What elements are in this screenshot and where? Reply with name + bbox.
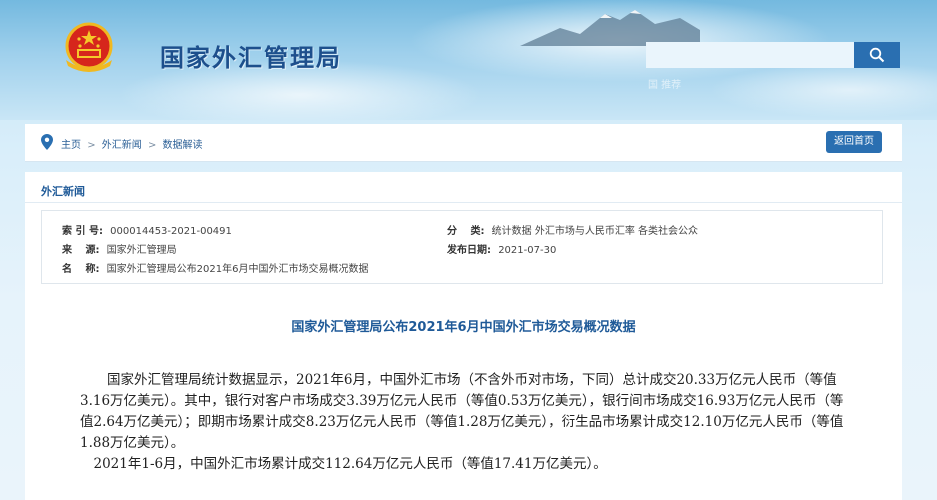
article-paragraph: 国家外汇管理局统计数据显示，2021年6月，中国外汇市场（不含外币对市场，下同）…	[80, 372, 844, 451]
breadcrumb-separator: >	[147, 140, 157, 151]
meta-name-value: 国家外汇管理局公布2021年6月中国外汇市场交易概况数据	[106, 264, 369, 275]
section-divider	[25, 202, 902, 203]
meta-index-label: 索 引 号:	[62, 226, 103, 237]
article-paragraph: 2021年1-6月，中国外汇市场累计成交112.64万亿元人民币（等值17.41…	[93, 456, 607, 472]
breadcrumb-forex-news[interactable]: 外汇新闻	[102, 140, 142, 151]
breadcrumb-separator: >	[87, 140, 96, 151]
breadcrumb-bar: 主页 > 外汇新闻 > 数据解读 返回首页	[25, 124, 902, 162]
mountain-decoration	[520, 10, 700, 46]
meta-source-label: 来 源:	[62, 245, 100, 256]
meta-index-value: 000014453-2021-00491	[110, 226, 232, 237]
meta-date-value: 2021-07-30	[498, 245, 557, 256]
header-banner: 国家外汇管理局 国 推荐	[0, 0, 937, 120]
breadcrumb: 主页 > 外汇新闻 > 数据解读	[61, 136, 206, 151]
search-button[interactable]	[854, 42, 900, 68]
national-emblem-icon	[65, 22, 113, 72]
search-input[interactable]	[646, 42, 854, 68]
meta-date-label: 发布日期:	[447, 245, 491, 256]
meta-index-row: 索 引 号: 000014453-2021-00491	[62, 222, 232, 237]
metadata-box: 索 引 号: 000014453-2021-00491 来 源: 国家外汇管理局…	[41, 210, 883, 284]
meta-source-value: 国家外汇管理局	[106, 245, 177, 256]
main-content: 外汇新闻 索 引 号: 000014453-2021-00491 来 源: 国家…	[25, 172, 902, 500]
meta-category-value: 统计数据 外汇市场与人民币汇率 各类社会公众	[491, 226, 699, 237]
banner-faint-text: 国 推荐	[648, 80, 682, 91]
search-icon	[869, 47, 885, 63]
meta-name-label: 名 称:	[62, 264, 100, 275]
back-home-button[interactable]: 返回首页	[826, 131, 882, 153]
section-heading: 外汇新闻	[41, 185, 85, 198]
meta-date-row: 发布日期: 2021-07-30	[447, 241, 556, 256]
meta-source-row: 来 源: 国家外汇管理局	[62, 241, 177, 256]
meta-category-label: 分 类:	[447, 226, 485, 237]
article-title: 国家外汇管理局公布2021年6月中国外汇市场交易概况数据	[291, 320, 636, 335]
article-body: 国家外汇管理局统计数据显示，2021年6月，中国外汇市场（不含外币对市场，下同）…	[80, 370, 850, 475]
breadcrumb-home[interactable]: 主页	[61, 140, 81, 151]
site-title[interactable]: 国家外汇管理局	[160, 38, 342, 73]
breadcrumb-data-interpretation[interactable]: 数据解读	[163, 140, 203, 151]
meta-name-row: 名 称: 国家外汇管理局公布2021年6月中国外汇市场交易概况数据	[62, 260, 368, 275]
meta-category-row: 分 类: 统计数据 外汇市场与人民币汇率 各类社会公众	[447, 222, 698, 237]
location-pin-icon	[41, 134, 53, 150]
